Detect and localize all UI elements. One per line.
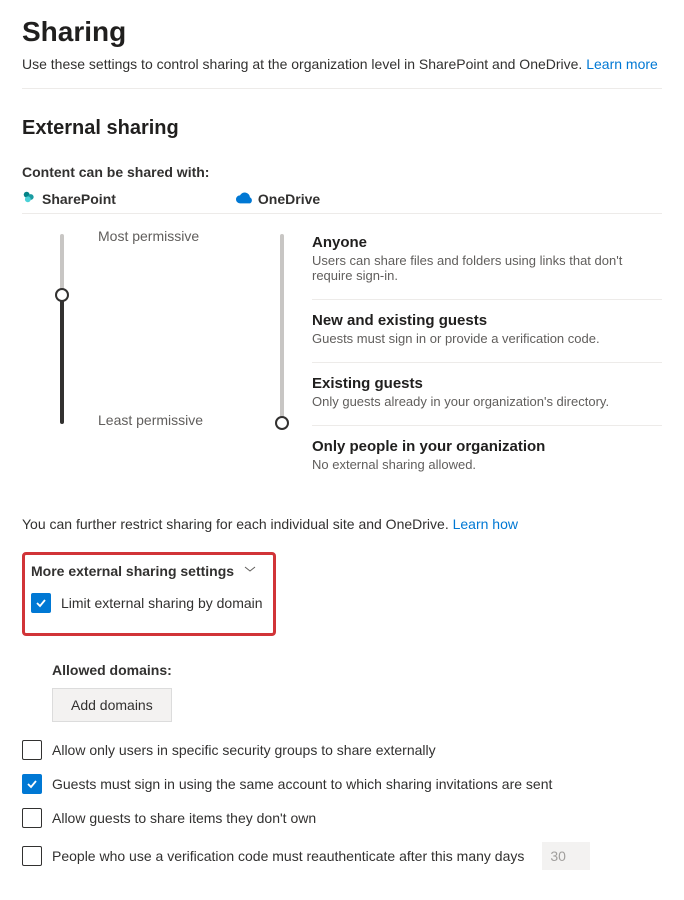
product-sharepoint: SharePoint <box>22 190 116 207</box>
least-permissive-label: Least permissive <box>98 412 203 428</box>
limit-domain-checkbox[interactable] <box>31 593 51 613</box>
permissiveness-slider: Most permissive Least permissive Anyone … <box>22 222 662 488</box>
page-title: Sharing <box>22 16 662 48</box>
level-new-existing-guests: New and existing guests Guests must sign… <box>312 300 662 363</box>
onedrive-icon <box>236 191 252 207</box>
page-description: Use these settings to control sharing at… <box>22 56 662 89</box>
more-options-list: Allow only users in specific security gr… <box>22 740 662 870</box>
domain-subsection: Allowed domains: Add domains <box>52 662 662 722</box>
section-title-external-sharing: External sharing <box>22 117 662 140</box>
level-anyone: Anyone Users can share files and folders… <box>312 222 662 300</box>
add-domains-button[interactable]: Add domains <box>52 688 172 722</box>
chevron-down-icon <box>244 563 256 578</box>
slider-labels: Most permissive Least permissive <box>92 222 242 422</box>
sharepoint-icon <box>22 190 36 207</box>
highlight-box: More external sharing settings Limit ext… <box>22 552 276 636</box>
sharepoint-slider-handle[interactable] <box>55 288 69 302</box>
product-onedrive: OneDrive <box>236 191 320 207</box>
limit-external-sharing-checkbox-row: Limit external sharing by domain <box>31 593 263 613</box>
allowed-domains-label: Allowed domains: <box>52 662 662 678</box>
reauth-label: People who use a verification code must … <box>52 848 524 864</box>
permission-levels: Anyone Users can share files and folders… <box>312 222 662 488</box>
more-settings-toggle[interactable]: More external sharing settings <box>31 563 263 579</box>
same-account-checkbox[interactable] <box>22 774 42 794</box>
onedrive-slider-handle[interactable] <box>275 416 289 430</box>
learn-more-link[interactable]: Learn more <box>586 56 658 72</box>
learn-how-link[interactable]: Learn how <box>453 516 518 532</box>
level-org-only: Only people in your organization No exte… <box>312 426 662 488</box>
reauth-checkbox[interactable] <box>22 846 42 866</box>
same-account-label: Guests must sign in using the same accou… <box>52 776 552 792</box>
content-shared-with-label: Content can be shared with: <box>22 164 662 180</box>
security-groups-checkbox[interactable] <box>22 740 42 760</box>
reauth-days-input[interactable] <box>542 842 590 870</box>
limit-domain-label: Limit external sharing by domain <box>61 595 263 611</box>
onedrive-track <box>242 222 312 422</box>
guests-share-checkbox[interactable] <box>22 808 42 828</box>
level-existing-guests: Existing guests Only guests already in y… <box>312 363 662 426</box>
products-row: SharePoint OneDrive <box>22 190 662 214</box>
most-permissive-label: Most permissive <box>98 228 199 244</box>
security-groups-label: Allow only users in specific security gr… <box>52 742 436 758</box>
sharepoint-track <box>22 222 92 422</box>
guests-share-label: Allow guests to share items they don't o… <box>52 810 316 826</box>
restrict-note: You can further restrict sharing for eac… <box>22 516 662 532</box>
